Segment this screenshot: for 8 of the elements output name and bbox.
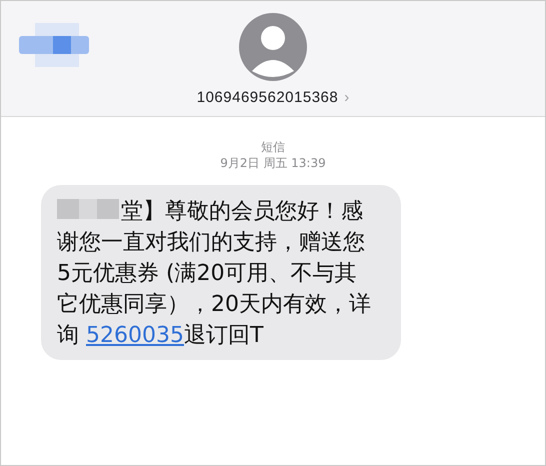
contact-number[interactable]: 1069469562015368 ›	[196, 89, 350, 106]
avatar-icon	[239, 13, 307, 81]
blurred-back-button[interactable]	[19, 23, 89, 67]
phone-link[interactable]: 5260035	[86, 323, 184, 348]
message-text: 堂】尊敬的会员您好！感 谢您一直对我们的支持，赠送您 5元优惠券 (满20可用、不与其 它优惠同享），20天内有效，详 询 5260035退订回T	[57, 196, 372, 350]
service-label: 短信	[261, 139, 285, 155]
timestamp: 9月2日 周五 13:39	[220, 155, 326, 171]
redaction-blur	[57, 197, 119, 221]
